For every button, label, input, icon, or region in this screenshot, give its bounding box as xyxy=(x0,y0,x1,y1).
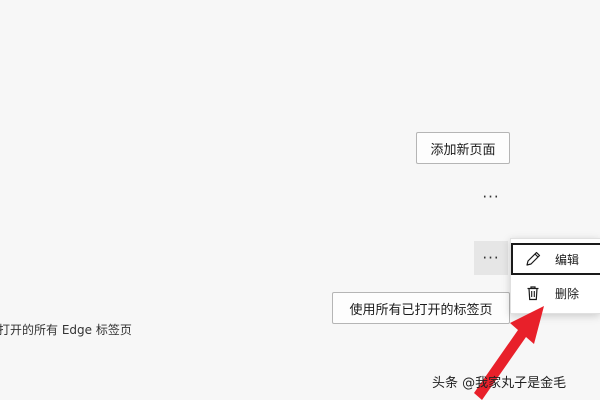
menu-item-label: 编辑 xyxy=(555,252,580,267)
option-description: 前打开的所有 Edge 标签页 xyxy=(0,323,132,337)
more-options-button-active[interactable]: ··· xyxy=(474,241,508,275)
add-new-page-button[interactable]: 添加新页面 xyxy=(416,132,510,164)
pencil-icon xyxy=(523,249,543,269)
watermark-text: 头条 @我家丸子是金毛 xyxy=(432,376,567,391)
more-options-button[interactable]: ··· xyxy=(474,180,508,214)
menu-item-label: 删除 xyxy=(555,286,580,301)
settings-page: 添加新页面 ··· ··· 使用所有已打开的标签页 前打开的所有 Edge 标签… xyxy=(0,0,600,400)
menu-item-edit[interactable]: 编辑 xyxy=(511,243,600,275)
